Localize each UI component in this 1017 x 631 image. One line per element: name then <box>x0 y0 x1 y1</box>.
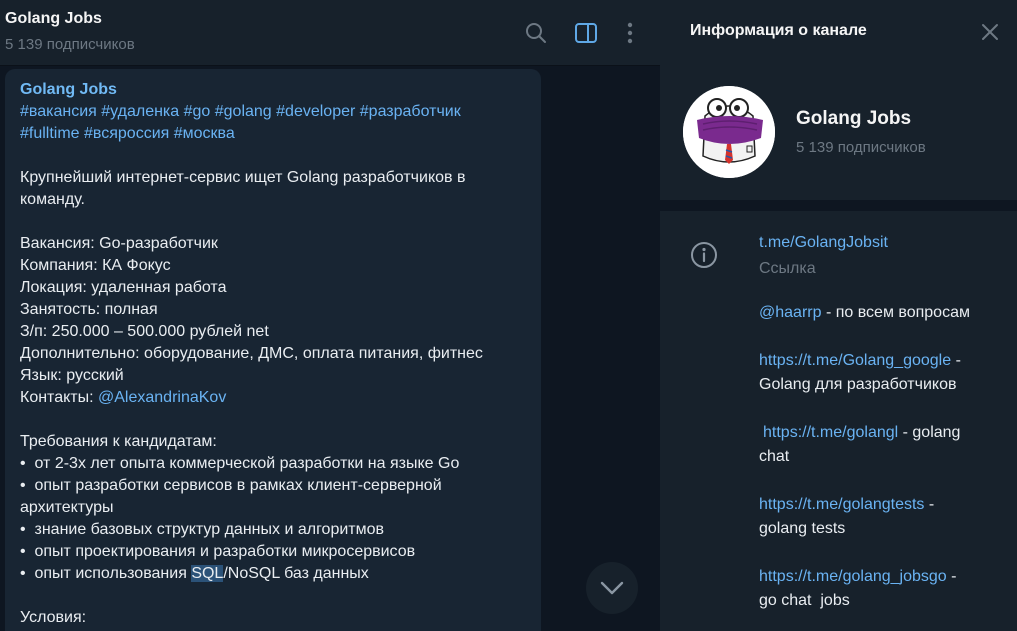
req5-post: /NoSQL баз данных <box>223 565 369 582</box>
info-icon <box>691 242 717 268</box>
search-icon <box>526 23 546 43</box>
channel-link-label: Ссылка <box>759 260 816 277</box>
sidebar-toggle-icon <box>575 23 597 43</box>
channel-link[interactable]: t.me/GolangJobsit <box>759 231 999 257</box>
gopher-mascot-icon <box>683 86 775 178</box>
message-text: • опыт проектирования и разработки микро… <box>20 543 416 560</box>
message-text: • знание базовых структур данных и алгор… <box>20 521 385 538</box>
message-tags[interactable]: #fulltime #всяроссия #москва <box>20 123 526 145</box>
close-button[interactable] <box>976 18 1004 46</box>
message-text: • от 2-3х лет опыта коммерческой разрабо… <box>20 455 460 472</box>
message-text: Требования к кандидатам: <box>20 433 217 450</box>
info-panel-title: Информация о канале <box>690 22 867 39</box>
channel-subscribers: 5 139 подписчиков <box>796 139 926 156</box>
message-text: Крупнейший интернет-сервис ищет Golang р… <box>20 169 466 186</box>
description-text: - <box>951 352 961 369</box>
message-channel-name[interactable]: Golang Jobs <box>20 79 526 101</box>
chevron-down-icon <box>600 581 624 595</box>
contact-link[interactable]: @AlexandrinaKov <box>98 389 226 406</box>
description-text: - <box>924 496 935 513</box>
scroll-down-button[interactable] <box>586 562 638 614</box>
channel-info-panel: Информация о канале Golang Jobs 5 139 по… <box>660 0 1017 631</box>
description-link[interactable]: https://t.me/golangtests <box>759 496 924 513</box>
avatar[interactable] <box>683 86 775 178</box>
description-link[interactable]: https://t.me/golang_jobsgo <box>759 568 947 585</box>
chat-area: Golang Jobs 5 139 подписчиков Golang Job… <box>0 0 660 631</box>
more-vertical-icon <box>627 22 633 44</box>
message-text: Занятость: полная <box>20 301 158 318</box>
channel-description: t.me/GolangJobsit Ссылка @haarrp - по вс… <box>759 231 999 613</box>
close-icon <box>982 24 998 40</box>
description-text: - по всем вопросам <box>821 304 970 321</box>
more-button[interactable] <box>615 18 645 48</box>
chat-subscribers: 5 139 подписчиков <box>5 36 135 53</box>
description-text: Golang для разработчиков <box>759 376 957 393</box>
message-text: Дополнительно: оборудование, ДМС, оплата… <box>20 345 483 362</box>
description-text: go chat jobs <box>759 592 850 609</box>
description-text: - <box>946 568 957 585</box>
contacts-label: Контакты: <box>20 389 98 406</box>
message-text: Язык: русский <box>20 367 124 384</box>
message-text: З/п: 250.000 – 500.000 рублей net <box>20 323 269 340</box>
message-text: Условия: <box>20 609 87 626</box>
description-link[interactable]: https://t.me/golangl <box>763 424 898 441</box>
divider <box>660 200 1017 211</box>
message-text: • опыт использования SQL/NoSQL баз данны… <box>20 563 526 585</box>
channel-name: Golang Jobs <box>796 108 912 129</box>
description-text: chat <box>759 448 790 465</box>
message-text: • опыт разработки сервисов в рамках клие… <box>20 477 442 494</box>
req5-pre: • опыт использования <box>20 565 192 582</box>
sidebar-toggle-button[interactable] <box>571 18 601 48</box>
message-bubble[interactable]: Golang Jobs #вакансия #удаленка #go #gol… <box>5 69 541 631</box>
message-text: Локация: удаленная работа <box>20 279 227 296</box>
description-text: - golang <box>898 424 961 441</box>
description-link[interactable]: https://t.me/Golang_google <box>759 352 951 369</box>
message-contacts: Контакты: @AlexandrinaKov <box>20 387 526 409</box>
message-text: команду. <box>20 191 85 208</box>
chat-header[interactable]: Golang Jobs 5 139 подписчиков <box>0 0 660 66</box>
description-link[interactable]: @haarrp <box>759 304 822 321</box>
search-button[interactable] <box>521 18 551 48</box>
message-text: Вакансия: Go-разработчик <box>20 235 218 252</box>
message-tags[interactable]: #вакансия #удаленка #go #golang #develop… <box>20 101 526 123</box>
chat-title[interactable]: Golang Jobs <box>5 10 102 28</box>
message-text: Компания: КА Фокус <box>20 257 171 274</box>
selected-text[interactable]: SQL <box>191 565 224 582</box>
message-text: архитектуры <box>20 499 114 516</box>
description-text: golang tests <box>759 520 846 537</box>
